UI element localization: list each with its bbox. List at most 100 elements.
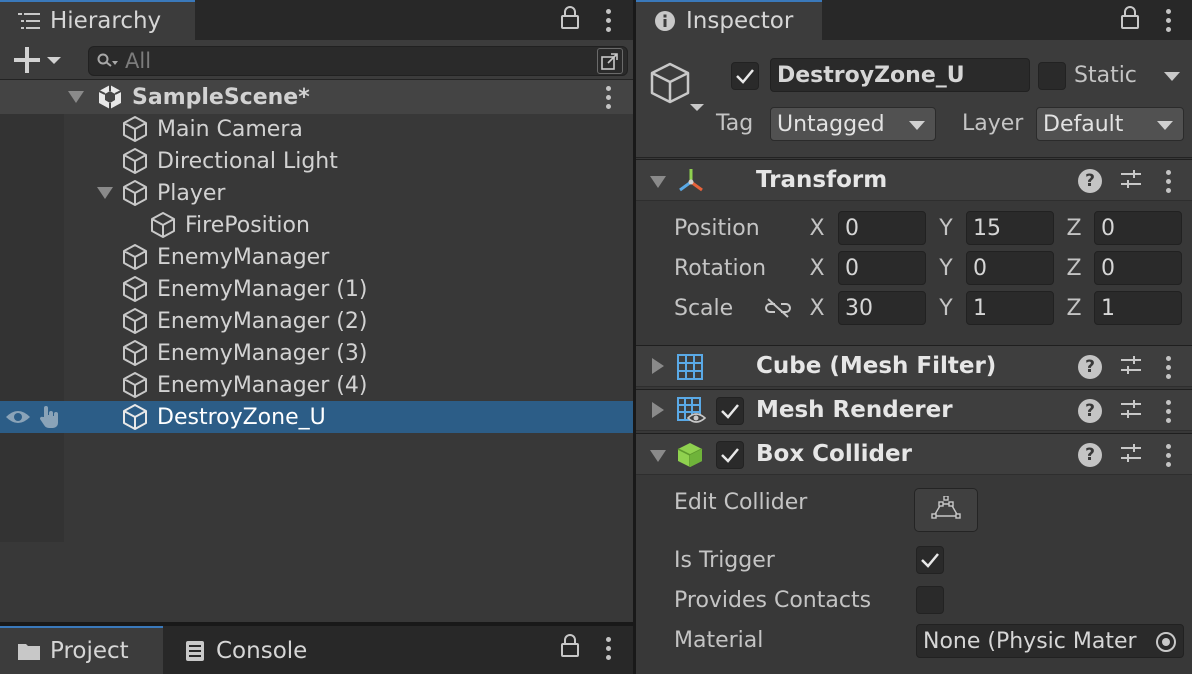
box-collider-fold-arrow[interactable] — [650, 450, 666, 462]
presets-sliders-icon[interactable] — [1120, 168, 1142, 194]
hierarchy-item-label: EnemyManager (3) — [157, 340, 368, 366]
folder-icon — [16, 638, 42, 664]
player-expand-arrow[interactable] — [97, 187, 113, 199]
tag-dropdown[interactable]: Untagged — [770, 107, 936, 141]
mesh-filter-header[interactable]: Cube (Mesh Filter) ? — [636, 345, 1192, 387]
presets-sliders-icon[interactable] — [1120, 354, 1142, 380]
transform-fold-arrow[interactable] — [650, 176, 666, 188]
info-icon — [652, 8, 678, 34]
mesh-filter-fold-arrow[interactable] — [652, 358, 664, 374]
scale-y-field[interactable]: 1 — [966, 291, 1054, 325]
tab-console[interactable]: Console — [182, 626, 332, 674]
hierarchy-item-main-camera[interactable]: Main Camera — [0, 113, 633, 145]
edit-collider-shape-icon — [931, 495, 961, 524]
edit-collider-button[interactable] — [914, 488, 978, 532]
mesh-renderer-icon — [676, 396, 707, 430]
hierarchy-search-input[interactable]: All — [88, 46, 628, 76]
hierarchy-item-player[interactable]: Player — [0, 177, 633, 209]
material-object-field[interactable]: None (Physic Mater — [916, 624, 1184, 658]
presets-sliders-icon[interactable] — [1120, 442, 1142, 468]
project-more-icon[interactable] — [600, 635, 616, 661]
tab-project[interactable]: Project — [0, 626, 163, 674]
scene-more-icon[interactable] — [600, 84, 616, 110]
gameobject-cube-icon — [121, 307, 149, 335]
axis-y-label: Y — [939, 256, 953, 281]
mesh-renderer-title: Mesh Renderer — [756, 397, 953, 423]
scale-label: Scale — [674, 296, 734, 321]
component-more-icon[interactable] — [1160, 398, 1176, 424]
hierarchy-item-enemymanager-4[interactable]: EnemyManager (4) — [0, 369, 633, 401]
static-dropdown-caret[interactable] — [1164, 72, 1180, 81]
rotation-z-field[interactable]: 0 — [1094, 251, 1182, 285]
lock-icon[interactable] — [560, 634, 580, 662]
position-x-field[interactable]: 0 — [838, 211, 926, 245]
box-collider-header[interactable]: Box Collider ? — [636, 433, 1192, 475]
tab-hierarchy[interactable]: Hierarchy — [0, 0, 195, 40]
mesh-renderer-enabled-checkbox[interactable] — [716, 397, 744, 425]
help-icon[interactable]: ? — [1078, 169, 1102, 193]
position-y-field[interactable]: 15 — [966, 211, 1054, 245]
tag-value: Untagged — [777, 111, 885, 137]
box-collider-enabled-checkbox[interactable] — [716, 441, 744, 469]
scene-row[interactable]: SampleScene* — [0, 80, 633, 114]
hierarchy-item-fireposition[interactable]: FirePosition — [0, 209, 633, 241]
hierarchy-item-enemymanager-2[interactable]: EnemyManager (2) — [0, 305, 633, 337]
mesh-renderer-fold-arrow[interactable] — [652, 402, 664, 418]
hierarchy-item-enemymanager-1[interactable]: EnemyManager (1) — [0, 273, 633, 305]
create-plus-icon[interactable] — [14, 46, 62, 78]
scene-name: SampleScene* — [132, 84, 310, 110]
is-trigger-checkbox[interactable] — [916, 546, 944, 574]
material-label: Material — [674, 628, 764, 653]
gameobject-icon-selector[interactable] — [648, 60, 706, 118]
provides-contacts-checkbox[interactable] — [916, 586, 944, 614]
inspector-tabstrip: Inspector — [636, 0, 1192, 40]
component-more-icon[interactable] — [1160, 354, 1176, 380]
hierarchy-more-icon[interactable] — [600, 7, 616, 33]
presets-sliders-icon[interactable] — [1120, 398, 1142, 424]
help-icon[interactable]: ? — [1078, 355, 1102, 379]
help-icon[interactable]: ? — [1078, 443, 1102, 467]
chevron-down-icon — [1157, 121, 1173, 130]
pickable-hand-icon[interactable] — [38, 405, 64, 435]
static-checkbox[interactable] — [1038, 62, 1066, 90]
rotation-x-field[interactable]: 0 — [838, 251, 926, 285]
edit-collider-label: Edit Collider — [674, 490, 808, 515]
component-more-icon[interactable] — [1160, 168, 1176, 194]
hierarchy-item-enemymanager-3[interactable]: EnemyManager (3) — [0, 337, 633, 369]
layer-dropdown[interactable]: Default — [1036, 107, 1184, 141]
help-icon[interactable]: ? — [1078, 399, 1102, 423]
project-console-panel: Project Console — [0, 626, 633, 674]
axis-z-label: Z — [1066, 256, 1082, 281]
gameobject-cube-icon — [121, 403, 149, 431]
lock-icon[interactable] — [560, 6, 580, 34]
transform-header[interactable]: Transform ? — [636, 159, 1192, 201]
position-z-field[interactable]: 0 — [1094, 211, 1182, 245]
hierarchy-item-directional-light[interactable]: Directional Light — [0, 145, 633, 177]
search-by-type-icon[interactable] — [597, 48, 623, 74]
lock-icon[interactable] — [1120, 6, 1140, 34]
hierarchy-panel: Hierarchy All SampleScene* Main Camera D… — [0, 0, 633, 622]
hierarchy-item-label: DestroyZone_U — [157, 404, 326, 430]
hierarchy-toolbar: All — [0, 40, 633, 80]
hierarchy-item-enemymanager[interactable]: EnemyManager — [0, 241, 633, 273]
visibility-eye-icon[interactable] — [4, 407, 32, 433]
tab-inspector[interactable]: Inspector — [636, 0, 822, 40]
scene-expand-arrow[interactable] — [68, 91, 84, 103]
static-label: Static — [1074, 63, 1137, 88]
constrain-proportions-link-icon[interactable] — [764, 297, 792, 323]
rotation-y-field[interactable]: 0 — [966, 251, 1054, 285]
object-picker-icon[interactable] — [1155, 631, 1177, 657]
active-checkbox[interactable] — [731, 62, 759, 90]
scale-x-field[interactable]: 30 — [838, 291, 926, 325]
hierarchy-item-destroyzone-u[interactable]: DestroyZone_U — [0, 401, 633, 433]
inspector-more-icon[interactable] — [1160, 7, 1176, 33]
hierarchy-list-icon — [16, 8, 42, 34]
transform-title: Transform — [756, 167, 888, 193]
object-name-field[interactable]: DestroyZone_U — [770, 58, 1030, 92]
gameobject-cube-icon — [121, 339, 149, 367]
mesh-renderer-header[interactable]: Mesh Renderer ? — [636, 389, 1192, 431]
transform-body: Position X 0 Y 15 Z 0 Rotation X 0 Y 0 Z… — [636, 202, 1192, 342]
mesh-filter-title: Cube (Mesh Filter) — [756, 353, 997, 379]
scale-z-field[interactable]: 1 — [1094, 291, 1182, 325]
component-more-icon[interactable] — [1160, 442, 1176, 468]
